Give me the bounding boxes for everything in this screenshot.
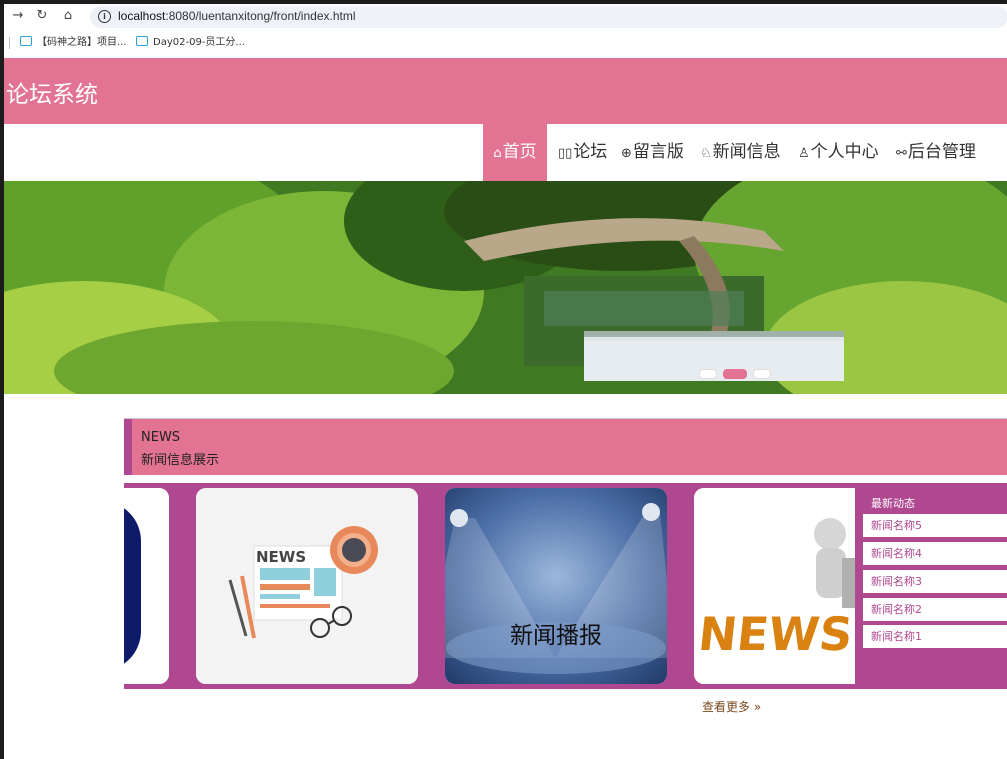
bookmarks-bar: 【码神之路】项目... Day02-09-员工分... — [4, 30, 1007, 56]
home-icon: ⌂ — [493, 146, 502, 161]
svg-text:NEWS: NEWS — [696, 607, 855, 661]
user-icon: ♙ — [798, 146, 810, 161]
news-card-caption: 新闻播报 — [510, 623, 602, 649]
nav-message-board[interactable]: ⊕留言版 — [621, 124, 684, 181]
carousel-dot[interactable] — [753, 369, 771, 379]
double-chevron-right-icon: » — [753, 700, 762, 714]
hero-banner — [4, 181, 1007, 394]
reload-icon[interactable]: ↻ — [32, 7, 52, 25]
stage-spotlight-image — [445, 488, 667, 684]
bookmark-item[interactable]: 【码神之路】项目... — [20, 35, 127, 51]
news-card[interactable] — [124, 488, 169, 684]
news-card[interactable]: NEWS — [196, 488, 418, 684]
nav-home[interactable]: ⌂首页 — [483, 124, 547, 181]
news-card-image — [124, 488, 169, 684]
nav-admin[interactable]: ⚯后台管理 — [896, 124, 976, 181]
news-card[interactable]: 新闻播报 — [445, 488, 667, 684]
link-icon: ⚯ — [896, 146, 907, 161]
latest-news-item[interactable]: 新闻名称1 — [863, 625, 1007, 648]
nav-personal-center[interactable]: ♙个人中心 — [798, 124, 879, 181]
news-section-header: NEWS 新闻信息展示 — [124, 418, 1007, 475]
address-bar[interactable]: i localhost:8080/luentanxitong/front/ind… — [90, 6, 1007, 28]
forum-icon: ▯▯ — [558, 146, 573, 161]
main-nav: ⌂首页 ▯▯论坛 ⊕留言版 ♘新闻信息 ♙个人中心 ⚯后台管理 — [4, 124, 1007, 181]
nav-news[interactable]: ♘新闻信息 — [700, 124, 781, 181]
site-header: 论坛系统 — [4, 58, 1007, 124]
svg-text:NEWS: NEWS — [256, 548, 306, 566]
bookmarks-separator — [9, 37, 10, 49]
site-title: 论坛系统 — [6, 82, 98, 108]
latest-news-title: 最新动态 — [871, 497, 915, 510]
url-text: localhost:8080/luentanxitong/front/index… — [118, 9, 356, 23]
forest-waterfall-image — [4, 181, 1007, 394]
globe-icon: ⊕ — [621, 146, 632, 161]
latest-news-item[interactable]: 新闻名称4 — [863, 542, 1007, 565]
latest-news-item[interactable]: 新闻名称2 — [863, 598, 1007, 621]
bilibili-icon — [136, 36, 148, 46]
bilibili-icon — [20, 36, 32, 46]
site-info-icon[interactable]: i — [98, 10, 111, 23]
latest-news-item[interactable]: 新闻名称3 — [863, 570, 1007, 593]
latest-news-panel: 最新动态 新闻名称5 新闻名称4 新闻名称3 新闻名称2 新闻名称1 — [855, 483, 1007, 689]
latest-news-item[interactable]: 新闻名称5 — [863, 514, 1007, 537]
header-accent-bar — [124, 419, 132, 475]
news-heading-en: NEWS — [141, 430, 181, 445]
book-icon: ♘ — [700, 146, 712, 161]
browser-toolbar: → ↻ ⌂ i localhost:8080/luentanxitong/fro… — [4, 4, 1007, 28]
news-heading-cn: 新闻信息展示 — [141, 453, 220, 468]
carousel-dot[interactable] — [699, 369, 717, 379]
newspaper-illustration: NEWS — [196, 488, 418, 684]
carousel-dot-active[interactable] — [723, 369, 747, 379]
view-more-link[interactable]: 查看更多 » — [702, 698, 761, 715]
news-carousel: NEWS 新闻播报 NEWS 最新动态 新闻名称5 新闻名称4 新闻名称3 新闻… — [124, 483, 1007, 689]
nav-forum[interactable]: ▯▯论坛 — [558, 124, 607, 181]
bookmark-item[interactable]: Day02-09-员工分... — [136, 35, 245, 51]
home-browser-icon[interactable]: ⌂ — [58, 7, 78, 25]
forward-icon[interactable]: → — [8, 7, 28, 25]
